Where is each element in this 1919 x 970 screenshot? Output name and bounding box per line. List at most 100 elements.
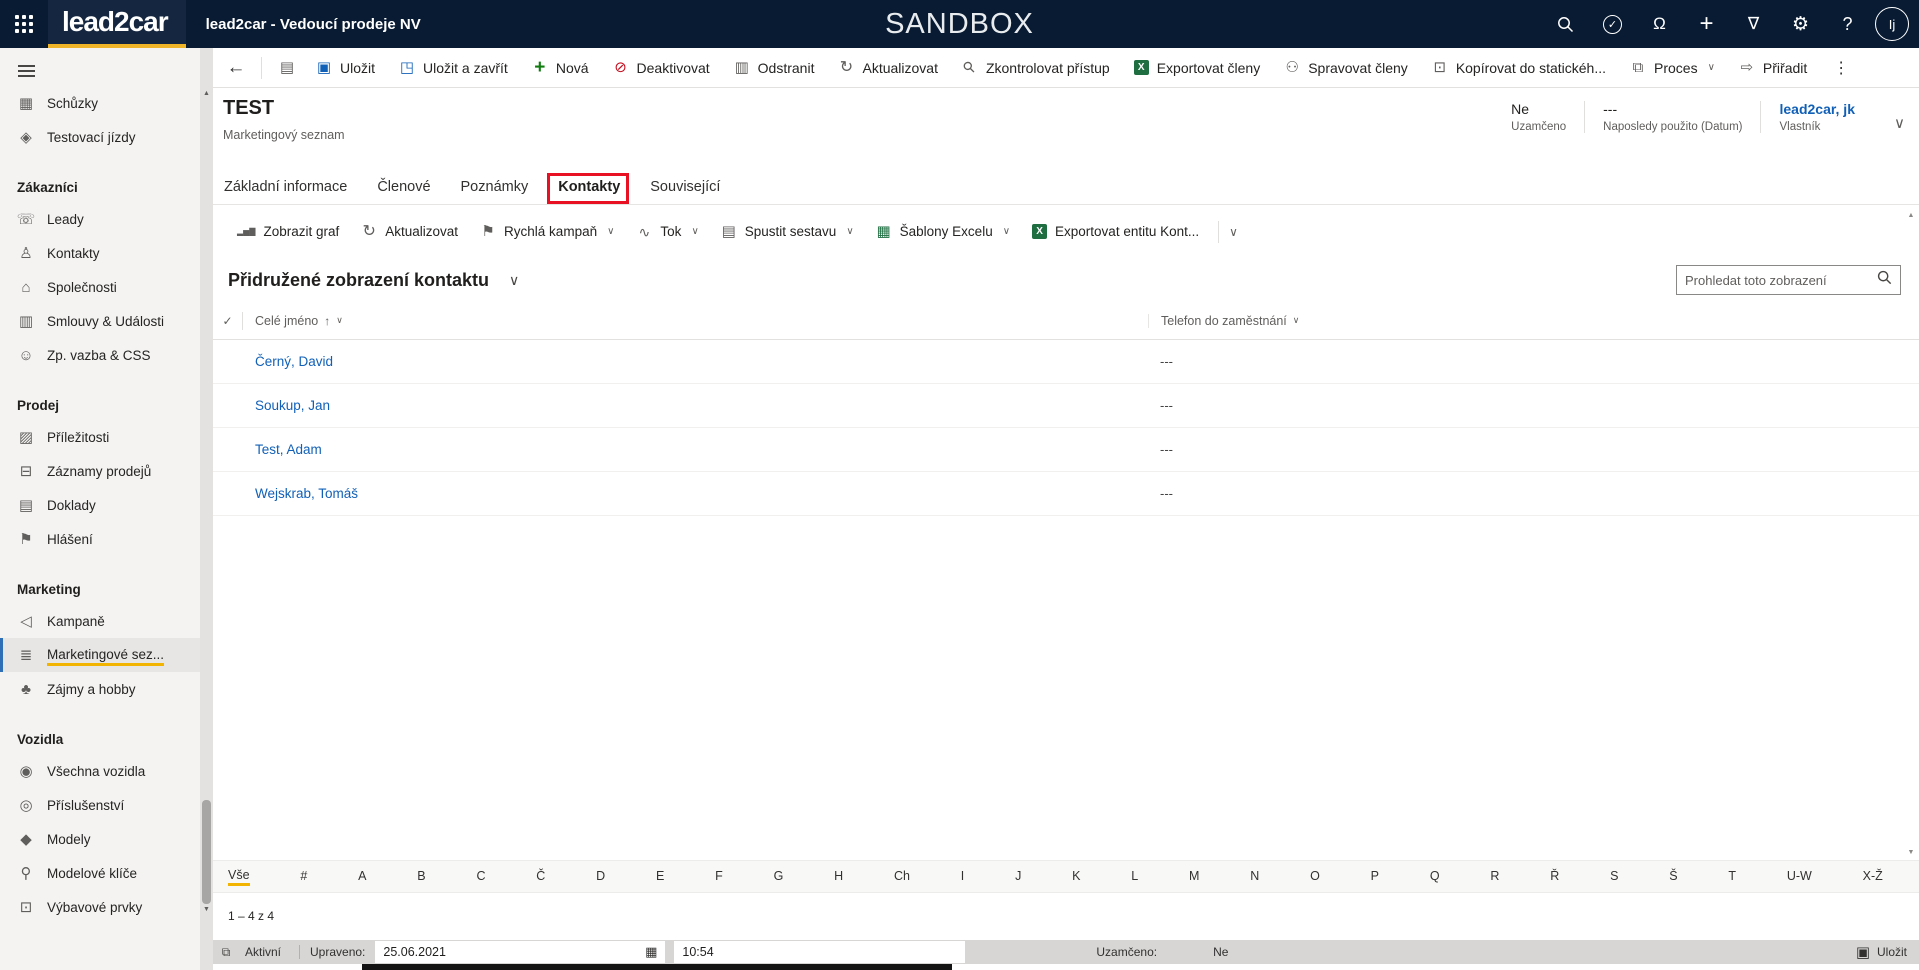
alphabet-letter[interactable]: Š <box>1669 869 1677 885</box>
alphabet-letter[interactable]: H <box>834 869 843 885</box>
command-button[interactable]: Zkontrolovat přístup <box>950 48 1122 88</box>
form-icon[interactable] <box>270 60 304 75</box>
sidebar-item[interactable]: Doklady <box>0 488 200 522</box>
command-button[interactable]: Odstranit <box>722 48 827 88</box>
table-row[interactable]: Test, Adam --- <box>213 428 1919 472</box>
alphabet-letter[interactable]: R <box>1490 869 1499 885</box>
contact-name-link[interactable]: Test, Adam <box>255 442 322 457</box>
sidebar-item[interactable]: Zájmy a hobby <box>0 672 200 706</box>
table-row[interactable]: Černý, David --- <box>213 340 1919 384</box>
scroll-up-icon[interactable]: ▲ <box>200 90 213 97</box>
sidebar-item[interactable]: Záznamy prodejů <box>0 454 200 488</box>
alphabet-letter[interactable]: A <box>358 869 366 885</box>
search-input[interactable] <box>1685 273 1873 288</box>
alphabet-letter[interactable]: M <box>1189 869 1199 885</box>
select-all-checkmark[interactable]: ✓ <box>213 312 243 330</box>
chevron-down-icon[interactable]: ∨ <box>336 315 343 326</box>
command-button[interactable]: Nová <box>520 48 601 88</box>
sidebar-item[interactable]: Společnosti <box>0 270 200 304</box>
alphabet-letter[interactable]: U-W <box>1787 869 1812 885</box>
grid-toolbar-button[interactable]: Šablony Excelu ∨ <box>865 214 1021 250</box>
tab[interactable]: Poznámky <box>461 179 529 204</box>
command-button[interactable]: Proces ∨ <box>1618 48 1727 88</box>
app-logo[interactable]: lead2car <box>48 0 186 48</box>
alphabet-letter[interactable]: P <box>1371 869 1379 885</box>
contact-name-link[interactable]: Wejskrab, Tomáš <box>255 486 358 501</box>
modified-time-input[interactable] <box>674 941 965 963</box>
command-button[interactable]: Kopírovat do statickéh... <box>1420 48 1618 88</box>
command-button[interactable]: Deaktivovat <box>601 48 722 88</box>
alphabet-letter[interactable]: # <box>300 869 307 885</box>
grid-scrollbar[interactable]: ▲ ▼ <box>1905 210 1917 858</box>
chevron-down-icon[interactable]: ∨ <box>1293 315 1300 326</box>
search-icon[interactable] <box>1877 270 1892 290</box>
tab[interactable]: Členové <box>377 179 430 204</box>
calendar-icon[interactable]: ▦ <box>645 944 665 960</box>
contact-name-link[interactable]: Černý, David <box>255 354 333 369</box>
grid-toolbar-button[interactable]: Zobrazit graf <box>226 214 350 250</box>
grid-toolbar-button[interactable]: Spustit sestavu ∨ <box>710 214 865 250</box>
table-row[interactable]: Wejskrab, Tomáš --- <box>213 472 1919 516</box>
alphabet-letter[interactable]: F <box>715 869 723 885</box>
column-header-full-name[interactable]: Celé jméno ↑ ∨ <box>243 314 1148 328</box>
alphabet-letter[interactable]: J <box>1015 869 1021 885</box>
table-row[interactable]: Soukup, Jan --- <box>213 384 1919 428</box>
scroll-up-icon[interactable]: ▲ <box>1905 212 1917 219</box>
alphabet-letter[interactable]: C <box>476 869 485 885</box>
view-selector[interactable]: Přidružené zobrazení kontaktu <box>228 270 489 291</box>
command-button[interactable]: Přiřadit <box>1727 48 1819 88</box>
check-circle-icon[interactable]: ✓ <box>1589 0 1636 48</box>
sidebar-item[interactable]: Schůzky <box>0 86 200 120</box>
alphabet-letter[interactable]: G <box>774 869 784 885</box>
command-button[interactable]: Aktualizovat <box>826 48 949 88</box>
tab[interactable]: Základní informace <box>224 179 347 204</box>
more-commands-icon[interactable]: ⋮ <box>1819 58 1864 78</box>
alphabet-letter[interactable]: N <box>1250 869 1259 885</box>
modified-date-input[interactable] <box>375 941 645 963</box>
column-header-business-phone[interactable]: Telefon do zaměstnání ∨ <box>1148 314 1919 328</box>
alphabet-letter[interactable]: Č <box>536 869 545 885</box>
alphabet-letter[interactable]: X-Ž <box>1863 869 1883 885</box>
grid-toolbar-button[interactable]: Aktualizovat <box>350 214 469 250</box>
lightbulb-icon[interactable] <box>1636 0 1683 48</box>
sidebar-item[interactable]: Zp. vazba & CSS <box>0 338 200 372</box>
chevron-down-icon[interactable]: ∨ <box>509 272 519 289</box>
sidebar-item[interactable]: Hlášení <box>0 522 200 556</box>
alphabet-letter[interactable]: D <box>596 869 605 885</box>
alphabet-letter[interactable]: Ch <box>894 869 910 885</box>
filter-icon[interactable] <box>1730 0 1777 48</box>
alphabet-letter[interactable]: K <box>1072 869 1080 885</box>
alphabet-letter[interactable]: L <box>1131 869 1138 885</box>
contact-name-link[interactable]: Soukup, Jan <box>255 398 330 413</box>
settings-gear-icon[interactable] <box>1777 0 1824 48</box>
sidebar-item[interactable]: Výbavové prvky <box>0 890 200 924</box>
avatar[interactable]: Ij <box>1875 7 1909 41</box>
alphabet-letter[interactable]: I <box>961 869 964 885</box>
alphabet-letter[interactable]: O <box>1310 869 1320 885</box>
sidebar-item[interactable]: Testovací jízdy <box>0 120 200 154</box>
alphabet-letter[interactable]: T <box>1728 869 1736 885</box>
command-button[interactable]: Exportovat členy <box>1122 48 1273 88</box>
alphabet-letter[interactable]: S <box>1610 869 1618 885</box>
sidebar-item[interactable]: Všechna vozidla <box>0 754 200 788</box>
scrollbar-thumb[interactable] <box>202 800 211 904</box>
sidebar-item[interactable]: Leady <box>0 202 200 236</box>
sidebar-item[interactable]: Modely <box>0 822 200 856</box>
sidebar-item[interactable]: Příležitosti <box>0 420 200 454</box>
back-icon[interactable]: ← <box>219 57 253 79</box>
sidebar-item[interactable]: Modelové klíče <box>0 856 200 890</box>
alphabet-letter[interactable]: Vše <box>228 868 250 886</box>
command-button[interactable]: Uložit <box>304 48 387 88</box>
sidebar-item[interactable]: Kontakty <box>0 236 200 270</box>
sidebar-scrollbar[interactable]: ▲ ▼ <box>200 48 213 970</box>
tab[interactable]: Kontakty <box>558 179 620 204</box>
scroll-down-icon[interactable]: ▼ <box>200 906 213 913</box>
hamburger-menu-icon[interactable] <box>0 48 200 86</box>
command-button[interactable]: Uložit a zavřít <box>387 48 520 88</box>
sidebar-item[interactable]: Smlouvy & Události <box>0 304 200 338</box>
alphabet-letter[interactable]: Q <box>1430 869 1440 885</box>
scroll-down-icon[interactable]: ▼ <box>1905 849 1917 856</box>
statusbar-save-button[interactable]: Uložit <box>1855 945 1907 960</box>
alphabet-letter[interactable]: B <box>417 869 425 885</box>
grid-toolbar-button[interactable]: Exportovat entitu Kont... <box>1021 214 1210 250</box>
